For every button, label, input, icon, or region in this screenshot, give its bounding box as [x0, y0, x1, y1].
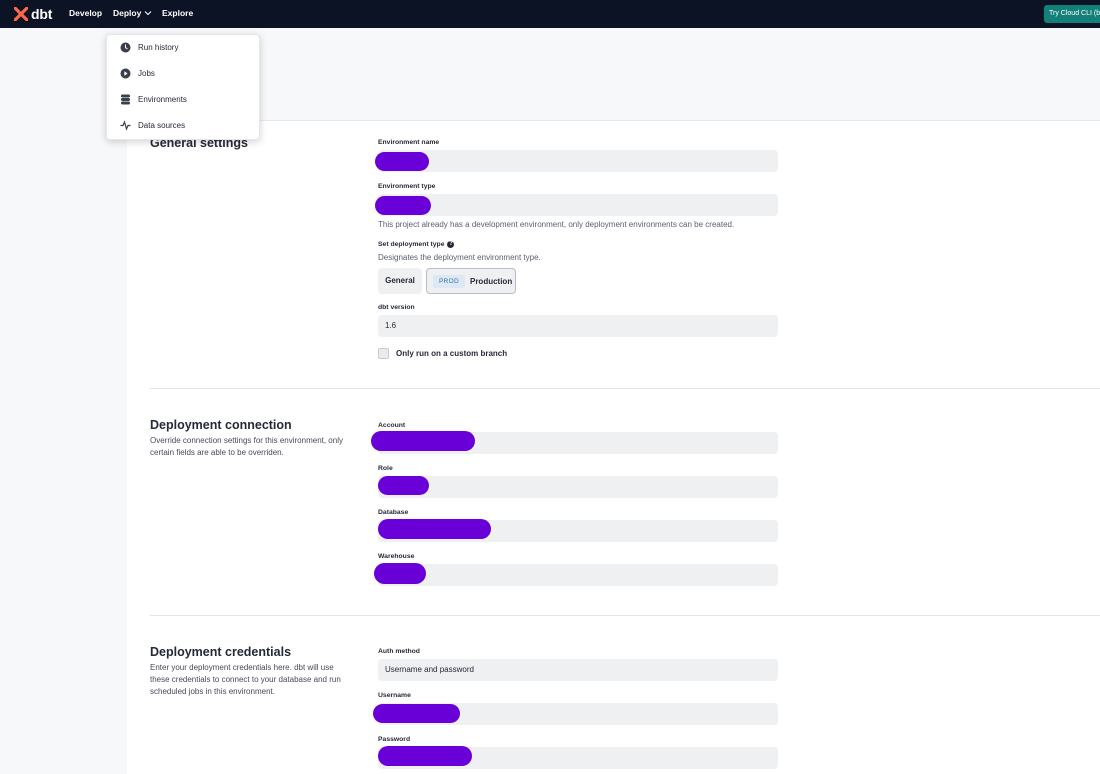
redaction-mark	[378, 746, 472, 766]
database-label: Database	[378, 509, 409, 516]
custom-branch-label: Only run on a custom branch	[396, 349, 508, 358]
play-icon	[120, 68, 131, 79]
deployment-type-general-option[interactable]: General	[378, 268, 422, 294]
deploy-dropdown-menu: Run history Jobs Environments Data sourc…	[106, 34, 260, 140]
prod-badge: PROD	[433, 274, 465, 288]
menu-item-jobs[interactable]: Jobs	[120, 68, 155, 79]
warehouse-label: Warehouse	[378, 553, 415, 560]
dbt-logo-text: dbt	[31, 6, 53, 22]
custom-branch-checkbox[interactable]	[378, 348, 389, 359]
role-input[interactable]	[378, 476, 778, 498]
environment-type-select[interactable]	[378, 194, 778, 216]
environment-type-label: Environment type	[378, 183, 436, 190]
menu-item-label: Run history	[138, 43, 179, 52]
section-divider	[150, 615, 1100, 616]
section-divider	[150, 388, 1100, 389]
top-nav: dbt Develop Deploy Explore Try Cloud CLI…	[0, 0, 1100, 28]
environment-name-input[interactable]	[378, 150, 778, 172]
nav-deploy[interactable]: Deploy	[113, 8, 152, 18]
nav-develop[interactable]: Develop	[69, 8, 102, 18]
deployment-credentials-title: Deployment credentials	[150, 645, 292, 659]
dbt-version-select[interactable]: 1.6	[378, 315, 778, 337]
deployment-connection-title: Deployment connection	[150, 418, 292, 432]
redaction-mark	[375, 152, 429, 171]
menu-item-label: Environments	[138, 95, 187, 104]
redaction-mark	[373, 704, 460, 723]
dbt-version-label: dbt version	[378, 304, 415, 311]
deployment-type-help: Designates the deployment environment ty…	[378, 253, 541, 262]
redaction-mark	[374, 563, 426, 584]
password-label: Password	[378, 736, 411, 743]
warehouse-input[interactable]	[378, 564, 778, 586]
username-label: Username	[378, 692, 411, 699]
custom-branch-row: Only run on a custom branch	[378, 348, 507, 359]
try-cloud-cli-button[interactable]: Try Cloud CLI (beta)	[1044, 5, 1100, 23]
redaction-mark	[378, 476, 429, 495]
menu-item-data-sources[interactable]: Data sources	[120, 120, 185, 131]
menu-item-run-history[interactable]: Run history	[120, 42, 178, 53]
environment-type-help: This project already has a development e…	[378, 220, 735, 229]
nav-deploy-label: Deploy	[113, 8, 142, 18]
clock-icon	[120, 42, 131, 53]
menu-item-environments[interactable]: Environments	[120, 94, 187, 105]
production-label: Production	[469, 276, 513, 286]
menu-item-label: Jobs	[138, 69, 155, 78]
auth-method-label: Auth method	[378, 648, 420, 655]
redaction-mark	[378, 519, 491, 539]
menu-item-label: Data sources	[138, 121, 186, 130]
deployment-type-label: Set deployment type ?	[378, 241, 455, 248]
redaction-mark	[371, 431, 475, 451]
deployment-connection-description: Override connection settings for this en…	[150, 436, 343, 457]
nav-explore[interactable]: Explore	[162, 8, 193, 18]
redaction-mark	[375, 196, 431, 215]
help-icon[interactable]: ?	[447, 241, 455, 248]
database-icon	[120, 94, 131, 105]
environment-name-label: Environment name	[378, 139, 440, 146]
dbt-logo[interactable]: dbt	[13, 6, 53, 22]
role-label: Role	[378, 465, 393, 472]
activity-icon	[120, 120, 131, 131]
auth-method-select[interactable]: Username and password	[378, 659, 778, 681]
account-label: Account	[378, 422, 406, 429]
deployment-type-label-text: Set deployment type	[378, 241, 445, 248]
deployment-credentials-description: Enter your deployment credentials here. …	[150, 663, 341, 696]
dbt-logo-icon	[13, 6, 29, 22]
chevron-down-icon	[144, 11, 152, 16]
deployment-type-production-option[interactable]: PROD Production	[426, 268, 516, 294]
